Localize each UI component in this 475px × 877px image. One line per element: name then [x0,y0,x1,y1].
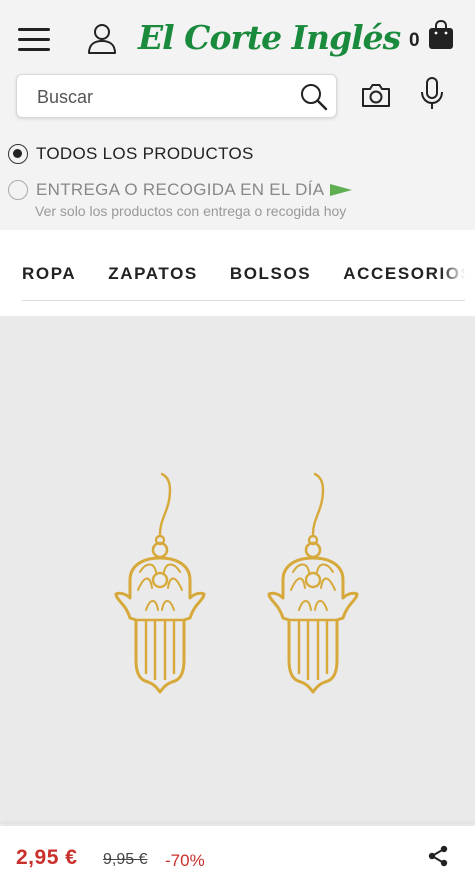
brand-logo[interactable]: El Corte Inglés [138,14,401,62]
search-row [0,74,475,132]
shopping-bag-icon[interactable] [428,20,454,50]
category-tabs-bar: ROPA ZAPATOS BOLSOS ACCESORIOS [0,230,475,316]
tab-bolsos[interactable]: BOLSOS [230,264,311,284]
delivery-filter: TODOS LOS PRODUCTOS ENTREGA O RECOGIDA E… [0,132,475,230]
cart-count[interactable]: 0 [409,30,420,52]
category-tabs: ROPA ZAPATOS BOLSOS ACCESORIOS [22,264,465,288]
hamsa-earrings-image [114,472,359,694]
filter-same-day-hint: Ver solo los productos con entrega o rec… [35,203,347,219]
filter-all-products-label: TODOS LOS PRODUCTOS [36,144,254,163]
price-bar: 2,95 € 9,95 € -70% [0,826,475,877]
original-price: 9,95 € [103,851,148,868]
filter-all-products[interactable]: TODOS LOS PRODUCTOS [8,144,254,164]
discount-badge: -70% [165,851,205,870]
brand-logo-text: El Corte Inglés [138,18,401,57]
radio-same-day-delivery[interactable] [8,180,28,200]
search-input[interactable] [37,85,287,109]
menu-icon[interactable] [18,28,50,52]
microphone-icon[interactable] [420,76,444,112]
user-icon[interactable] [86,22,118,54]
share-icon[interactable] [427,845,449,867]
tabs-fade [441,260,465,290]
flag-arrow-icon [330,184,353,196]
tab-zapatos[interactable]: ZAPATOS [108,264,198,284]
product-image[interactable] [0,316,475,824]
radio-all-products[interactable] [8,144,28,164]
filter-same-day-delivery[interactable]: ENTREGA O RECOGIDA EN EL DÍA [8,180,353,200]
search-icon[interactable] [299,82,329,112]
tabs-divider [22,300,465,301]
tab-ropa[interactable]: ROPA [22,264,76,284]
current-price: 2,95 € [16,846,78,869]
search-box[interactable] [16,74,337,118]
filter-same-day-label: ENTREGA O RECOGIDA EN EL DÍA [36,180,325,199]
app-header: El Corte Inglés 0 [0,0,475,74]
camera-icon[interactable] [360,80,392,110]
